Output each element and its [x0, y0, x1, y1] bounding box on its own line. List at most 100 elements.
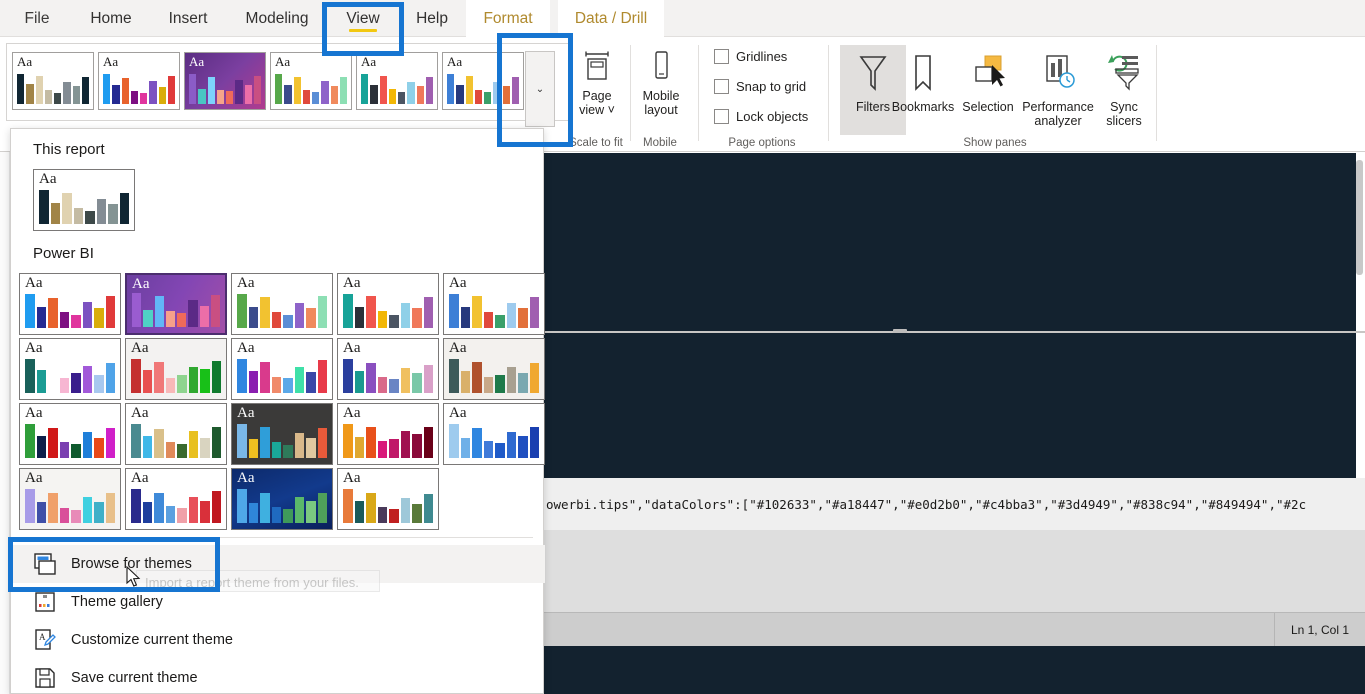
mobile-group-label: Mobile: [643, 137, 677, 149]
theme-gallery-label: Theme gallery: [71, 594, 163, 610]
report-canvas-top: [544, 153, 1356, 331]
power-bi-theme-swatch[interactable]: Aa: [125, 468, 227, 530]
snap-to-grid-checkbox[interactable]: [714, 79, 729, 94]
section-power-bi-title: Power BI: [33, 245, 94, 262]
power-bi-theme-swatch[interactable]: Aa: [337, 273, 439, 335]
swatch-bars: [343, 358, 433, 393]
snap-to-grid-label: Snap to grid: [736, 79, 807, 94]
power-bi-theme-swatch[interactable]: Aa: [125, 403, 227, 465]
swatch-aa-label: Aa: [343, 470, 361, 486]
customize-current-theme-label: Customize current theme: [71, 632, 233, 648]
swatch-aa-label: Aa: [39, 171, 57, 187]
mobile-layout-button[interactable]: Mobile layout: [632, 49, 690, 117]
power-bi-theme-swatch[interactable]: Aa: [337, 338, 439, 400]
performance-analyzer-icon: [1038, 51, 1078, 100]
save-current-theme-label: Save current theme: [71, 670, 198, 686]
swatch-aa-label: Aa: [343, 405, 361, 421]
power-bi-theme-swatch[interactable]: Aa: [337, 468, 439, 530]
ribbon-theme-thumb[interactable]: Aa: [270, 52, 352, 110]
power-bi-theme-swatch[interactable]: Aa: [231, 403, 333, 465]
swatch-aa-label: Aa: [25, 405, 43, 421]
menu-save-current-theme[interactable]: Save current theme: [11, 659, 545, 694]
gridlines-checkbox-row[interactable]: Gridlines: [714, 49, 787, 64]
theme-dropdown-flyout: This report Aa Power BI Aa Aa Aa Aa Aa Aa Aa Aa…: [10, 128, 545, 694]
swatch-bars: [132, 292, 220, 327]
this-report-theme-swatch[interactable]: Aa: [33, 169, 135, 231]
power-bi-theme-swatch[interactable]: Aa: [19, 403, 121, 465]
page-view-button[interactable]: Page view ˅: [570, 49, 624, 117]
power-bi-theme-swatch[interactable]: Aa: [19, 338, 121, 400]
power-bi-theme-swatch[interactable]: Aa: [443, 403, 545, 465]
page-view-label-2: view ˅: [579, 103, 615, 117]
theme-gallery-icon: [33, 590, 57, 614]
ribbon-divider: [828, 45, 829, 141]
swatch-bars: [343, 293, 433, 328]
customize-theme-icon: A: [33, 628, 57, 652]
sync-slicers-button[interactable]: Sync slicers: [1096, 45, 1152, 128]
ribbon-theme-thumb[interactable]: Aa: [442, 52, 524, 110]
swatch-aa-label: Aa: [25, 470, 43, 486]
power-bi-theme-swatch[interactable]: Aa: [443, 338, 545, 400]
tab-view[interactable]: View: [334, 0, 392, 37]
lock-objects-checkbox-row[interactable]: Lock objects: [714, 109, 808, 124]
tab-modeling[interactable]: Modeling: [232, 0, 322, 37]
gridlines-checkbox[interactable]: [714, 49, 729, 64]
selection-pane-button[interactable]: Selection: [955, 45, 1021, 114]
thumb-bars: [275, 72, 347, 104]
power-bi-theme-swatch[interactable]: Aa: [337, 403, 439, 465]
ribbon-theme-thumb[interactable]: Aa: [184, 52, 266, 110]
power-bi-theme-swatch[interactable]: Aa: [231, 273, 333, 335]
swatch-aa-label: Aa: [25, 340, 43, 356]
swatch-bars: [449, 423, 539, 458]
tab-help[interactable]: Help: [406, 0, 458, 37]
swatch-aa-label: Aa: [449, 275, 467, 291]
show-panes-group-label: Show panes: [963, 137, 1027, 149]
save-theme-icon: [33, 666, 57, 690]
ribbon-theme-thumb[interactable]: Aa: [12, 52, 94, 110]
performance-analyzer-label: Performance analyzer: [1022, 100, 1094, 128]
tab-insert[interactable]: Insert: [155, 0, 221, 37]
tab-home[interactable]: Home: [78, 0, 144, 37]
swatch-bars: [237, 358, 327, 393]
themes-gallery[interactable]: Aa Aa Aa Aa Aa Aa ⌄: [6, 43, 571, 127]
selection-icon: [968, 51, 1008, 100]
menu-customize-current-theme[interactable]: A Customize current theme: [11, 621, 545, 659]
svg-text:A: A: [39, 632, 46, 642]
lock-objects-checkbox[interactable]: [714, 109, 729, 124]
theme-json-text: owerbi.tips","dataColors":["#102633","#a…: [546, 496, 1307, 512]
filters-label: Filters: [855, 100, 891, 114]
snap-to-grid-checkbox-row[interactable]: Snap to grid: [714, 79, 806, 94]
thumb-aa-label: Aa: [361, 54, 377, 69]
tab-format[interactable]: Format: [466, 0, 550, 37]
power-bi-theme-swatch[interactable]: Aa: [125, 273, 227, 335]
page-options-group-label: Page options: [728, 137, 796, 149]
power-bi-theme-swatch[interactable]: Aa: [19, 273, 121, 335]
flyout-divider: [21, 537, 533, 538]
ribbon-theme-thumb[interactable]: Aa: [98, 52, 180, 110]
power-bi-theme-swatch[interactable]: Aa: [231, 338, 333, 400]
page-view-label-1: Page: [582, 89, 612, 103]
power-bi-theme-swatch[interactable]: Aa: [231, 468, 333, 530]
tab-modeling-label: Modeling: [245, 9, 309, 27]
power-bi-theme-swatch[interactable]: Aa: [19, 468, 121, 530]
bookmarks-pane-button[interactable]: Bookmarks: [890, 45, 956, 114]
mouse-cursor: [126, 565, 142, 593]
tab-data-drill[interactable]: Data / Drill: [558, 0, 664, 37]
themes-gallery-more-button[interactable]: ⌄: [525, 51, 555, 127]
funnel-icon: [853, 51, 893, 100]
tab-file[interactable]: File: [14, 0, 60, 37]
swatch-bars: [131, 358, 221, 393]
swatch-bars: [131, 488, 221, 523]
swatch-aa-label: Aa: [343, 275, 361, 291]
ribbon-theme-thumb[interactable]: Aa: [356, 52, 438, 110]
canvas-vertical-scrollbar[interactable]: [1356, 160, 1363, 275]
report-canvas-bottom: [544, 333, 1356, 478]
power-bi-theme-swatch[interactable]: Aa: [125, 338, 227, 400]
power-bi-theme-swatch[interactable]: Aa: [443, 273, 545, 335]
mobile-layout-icon: [644, 49, 678, 86]
chevron-down-icon: ⌄: [535, 83, 545, 95]
performance-analyzer-button[interactable]: Performance analyzer: [1022, 45, 1094, 128]
tab-view-label: View: [346, 9, 380, 27]
theme-json-editor-line[interactable]: owerbi.tips","dataColors":["#102633","#a…: [544, 478, 1365, 530]
tooltip-text: Import a report theme from your files.: [145, 575, 359, 590]
